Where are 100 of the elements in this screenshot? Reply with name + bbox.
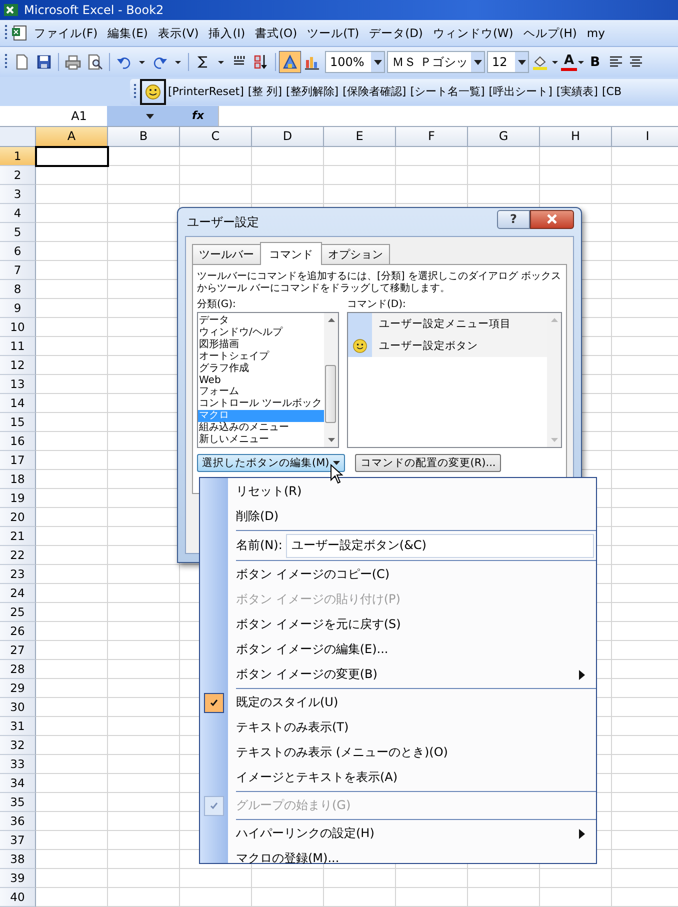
macro-button[interactable]: [整列解除] — [284, 84, 341, 99]
row-header[interactable]: 7 — [0, 261, 36, 280]
menu-item[interactable]: テキストのみ表示(T) — [200, 715, 596, 740]
category-list[interactable]: データ ウィンドウ/ヘルプ 図形描画 オートシェイプ グラフ作成 Web フォーム コントロール ツールボック マクロ 組み込みのメニュー 新しいメニュー — [197, 312, 339, 448]
row-header[interactable]: 13 — [0, 375, 36, 394]
menu-item[interactable]: 書式(O) — [250, 22, 302, 44]
bold-button[interactable]: B — [585, 54, 605, 70]
menu-item[interactable]: 表示(V) — [152, 22, 204, 44]
menu-item[interactable]: リセット(R) — [200, 479, 596, 504]
macro-button[interactable]: [呼出シート] — [486, 84, 554, 99]
row-header[interactable]: 29 — [0, 679, 36, 698]
menu-item[interactable]: ツール(T) — [302, 22, 364, 44]
row-header[interactable]: 25 — [0, 603, 36, 622]
command-item[interactable]: ユーザー設定ボタン — [348, 335, 547, 357]
menu-item[interactable]: データ(D) — [364, 22, 428, 44]
category-item[interactable]: コントロール ツールボック — [198, 398, 324, 410]
column-header[interactable]: I — [612, 127, 678, 147]
dialog-button[interactable]: コマンドの配置の変更(R)... — [355, 454, 501, 472]
row-header[interactable]: 34 — [0, 774, 36, 793]
menu-item[interactable]: マクロの登録(M)... — [200, 846, 596, 871]
menu-item[interactable]: 既定のスタイル(U) — [200, 690, 596, 715]
menu-item[interactable]: 挿入(I) — [204, 22, 250, 44]
category-item[interactable]: Web — [198, 374, 324, 386]
font-size-dropdown[interactable]: 12 — [487, 51, 529, 73]
row-header[interactable]: 19 — [0, 489, 36, 508]
workbook-icon[interactable] — [11, 24, 29, 42]
font-dropdown[interactable]: ＭＳ Ｐゴシッ — [387, 51, 485, 73]
row-header[interactable]: 33 — [0, 755, 36, 774]
chart-wizard-icon[interactable] — [279, 51, 301, 73]
row-header[interactable]: 17 — [0, 451, 36, 470]
column-header[interactable]: C — [180, 127, 252, 147]
column-header[interactable]: F — [396, 127, 468, 147]
row-header[interactable]: 24 — [0, 584, 36, 603]
row-header[interactable]: 5 — [0, 223, 36, 242]
help-button[interactable]: ? — [497, 210, 530, 228]
row-header[interactable]: 16 — [0, 432, 36, 451]
category-item[interactable]: 新しいメニュー — [198, 434, 324, 446]
macro-button[interactable]: [PrinterReset] — [166, 85, 246, 98]
tab[interactable]: オプション — [321, 244, 390, 264]
menu-item[interactable]: ボタン イメージの編集(E)... — [200, 637, 596, 662]
category-item[interactable]: グラフ作成 — [198, 362, 324, 375]
menu-item[interactable]: ボタン イメージのコピー(C) — [200, 562, 596, 587]
column-header[interactable]: E — [324, 127, 396, 147]
row-header[interactable]: 14 — [0, 394, 36, 413]
category-item[interactable]: 組み込みのメニュー — [198, 422, 324, 434]
toolbar-grip-icon[interactable] — [133, 82, 137, 100]
column-header[interactable]: A — [36, 127, 108, 147]
scroll-thumb[interactable] — [325, 365, 336, 423]
close-button[interactable] — [530, 210, 574, 228]
name-input[interactable]: ユーザー設定ボタン(&C) — [286, 534, 594, 558]
row-header[interactable]: 22 — [0, 546, 36, 565]
menu-item[interactable]: 削除(D) — [200, 504, 596, 529]
scrollbar[interactable] — [324, 313, 338, 447]
font-color-button[interactable]: A — [561, 54, 578, 70]
row-header[interactable]: 40 — [0, 888, 36, 907]
row-header[interactable]: 11 — [0, 337, 36, 356]
row-header[interactable]: 28 — [0, 660, 36, 679]
row-header[interactable]: 32 — [0, 736, 36, 755]
dropdown-button[interactable]: 選択したボタンの編集(M) — [197, 454, 346, 472]
category-item[interactable]: ウィンドウ/ヘルプ — [198, 326, 324, 339]
row-header[interactable]: 8 — [0, 280, 36, 299]
row-header[interactable]: 15 — [0, 413, 36, 432]
row-header[interactable]: 6 — [0, 242, 36, 261]
row-header[interactable]: 35 — [0, 793, 36, 812]
menu-item[interactable]: my — [582, 23, 610, 43]
menu-item[interactable]: イメージとテキストを表示(A) — [200, 765, 596, 790]
row-header[interactable]: 39 — [0, 869, 36, 888]
toolbar-grip-icon[interactable] — [4, 53, 8, 71]
menu-item[interactable]: ウィンドウ(W) — [428, 22, 518, 44]
menu-item[interactable]: ヘルプ(H) — [518, 22, 582, 44]
row-header[interactable]: 1 — [0, 147, 36, 166]
row-header[interactable]: 20 — [0, 508, 36, 527]
row-header[interactable]: 10 — [0, 318, 36, 337]
cell-cursor[interactable] — [35, 146, 109, 167]
menu-item[interactable]: 編集(E) — [102, 22, 153, 44]
macro-button[interactable]: [実績表] — [554, 84, 600, 99]
row-header[interactable]: 9 — [0, 299, 36, 318]
command-item[interactable]: ユーザー設定メニュー項目 — [348, 313, 547, 335]
row-header[interactable]: 2 — [0, 166, 36, 185]
toolbar-grip-icon[interactable] — [4, 24, 8, 42]
menu-item[interactable]: ボタン イメージの変更(B) — [200, 662, 596, 687]
menu-item[interactable]: ボタン イメージを元に戻す(S) — [200, 612, 596, 637]
command-list[interactable]: ユーザー設定メニュー項目 ユーザー設定ボタン — [347, 312, 562, 448]
macro-button[interactable]: [保険者確認] — [340, 84, 408, 99]
macro-button[interactable]: [シート名一覧] — [408, 84, 487, 99]
menu-item[interactable]: ハイパーリンクの設定(H) — [200, 821, 596, 846]
zoom-dropdown[interactable]: 100% — [325, 51, 385, 73]
function-button[interactable]: fx — [178, 106, 218, 126]
category-item[interactable]: 図形描画 — [198, 338, 324, 351]
row-header[interactable]: 21 — [0, 527, 36, 546]
row-header[interactable]: 12 — [0, 356, 36, 375]
macro-button[interactable]: [整 列] — [246, 84, 284, 99]
row-header[interactable]: 38 — [0, 850, 36, 869]
tab[interactable]: ツールバー — [192, 244, 261, 264]
tab[interactable]: コマンド — [260, 242, 322, 265]
row-header[interactable]: 27 — [0, 641, 36, 660]
row-header[interactable]: 37 — [0, 831, 36, 850]
category-item[interactable]: オートシェイプ — [198, 350, 324, 363]
row-header[interactable]: 18 — [0, 470, 36, 489]
row-header[interactable]: 30 — [0, 698, 36, 717]
